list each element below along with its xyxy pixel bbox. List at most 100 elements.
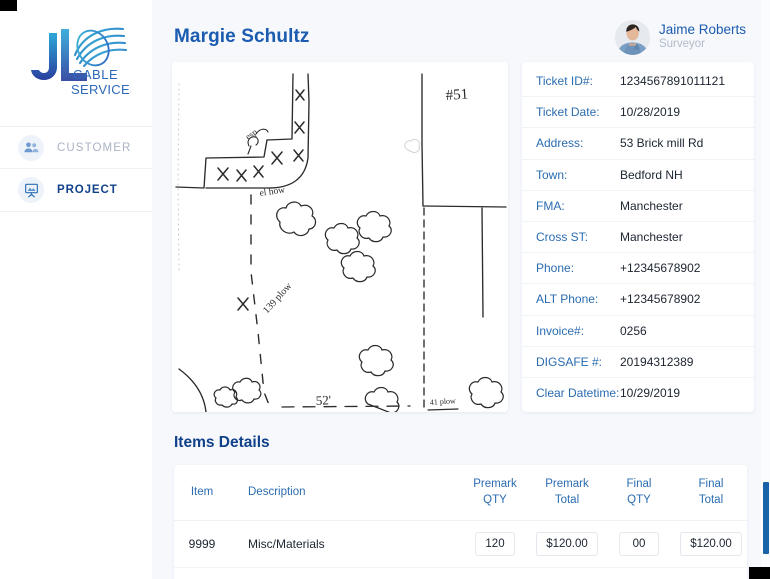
ticket-row: FMA: Manchester <box>522 191 754 222</box>
final-qty-input[interactable]: 00 <box>619 532 659 557</box>
scrollbar-thumb[interactable] <box>763 482 769 554</box>
column-header-premark-qty-line2: QTY <box>483 493 507 506</box>
logo-text-services: SERVICES <box>71 82 131 97</box>
column-header-premark-total-line1: Premark <box>545 478 589 490</box>
cell-final-total <box>675 567 747 579</box>
table-header-row: Item Description Premark QTY Premark Tot… <box>174 465 747 522</box>
column-header-final-qty: Final QTY <box>603 465 675 522</box>
svg-text:41 plow: 41 plow <box>430 396 457 407</box>
ticket-value: 0256 <box>620 323 647 338</box>
ticket-label: Clear Datetime: <box>536 386 620 401</box>
ticket-label: Invoice#: <box>536 323 585 338</box>
ticket-value: Bedford NH <box>620 167 683 182</box>
cell-premark-total <box>531 567 603 579</box>
sidebar: CABLE SERVICES CUSTOMER <box>0 0 152 579</box>
app-logo[interactable]: CABLE SERVICES <box>0 14 152 110</box>
sidebar-item-project[interactable]: PROJECT <box>0 169 152 212</box>
page-header: Margie Schultz Jaime Roberts Surveyor <box>162 0 756 62</box>
items-table-body: 9999 Misc/Materials 120 $120.00 00 $120.… <box>174 520 747 579</box>
column-header-final-total-line1: Final <box>698 478 724 490</box>
svg-text:#51: #51 <box>445 86 469 104</box>
ticket-row: Town: Bedford NH <box>522 160 754 191</box>
ticket-label: Ticket ID#: <box>536 74 593 89</box>
items-details-heading: Items Details <box>174 434 270 451</box>
avatar <box>614 19 650 55</box>
app-root: CABLE SERVICES CUSTOMER <box>0 0 770 579</box>
column-header-description: Description <box>230 465 459 522</box>
column-header-item: Item <box>174 465 230 522</box>
ticket-label: Phone: <box>536 261 575 276</box>
ticket-value: 10/28/2019 <box>620 105 681 120</box>
items-table-head: Item Description Premark QTY Premark Tot… <box>174 465 747 522</box>
ticket-row: Phone: +12345678902 <box>522 253 754 285</box>
user-profile-chip[interactable]: Jaime Roberts Surveyor <box>614 19 750 55</box>
cell-premark-qty: 120 <box>459 520 531 569</box>
ticket-label: Cross ST: <box>536 230 589 245</box>
premark-qty-input[interactable]: 120 <box>475 532 515 557</box>
user-role: Surveyor <box>658 37 705 50</box>
cell-premark-qty <box>459 567 531 579</box>
column-header-final-total: Final Total <box>675 465 747 522</box>
jl-cable-logo-icon: CABLE SERVICES <box>31 27 131 97</box>
column-header-final-total-line2: Total <box>698 493 724 506</box>
ticket-row: Cross ST: Manchester <box>522 222 754 254</box>
ticket-value: 53 Brick mill Rd <box>620 136 704 151</box>
ticket-label: Town: <box>536 167 568 182</box>
sidebar-nav: CUSTOMER PROJECT <box>0 126 152 212</box>
ticket-row: Ticket Date: 10/28/2019 <box>522 97 754 129</box>
corner-artifact-bottom-right <box>749 567 770 579</box>
table-row: 9999 Misc/Materials 120 $120.00 00 $120.… <box>174 520 747 569</box>
ticket-label: DIGSAFE #: <box>536 354 603 369</box>
ticket-value: +12345678902 <box>620 261 701 276</box>
ticket-row: Address: 53 Brick mill Rd <box>522 128 754 160</box>
ticket-value: +12345678902 <box>620 292 701 307</box>
ticket-row: Ticket ID#: 1234567891011121 <box>522 66 754 98</box>
cell-item: 9999 <box>174 520 230 569</box>
column-header-final-qty-line1: Final <box>626 478 652 490</box>
ticket-value: 10/29/2019 <box>620 386 681 401</box>
ticket-row: DIGSAFE #: 20194312389 <box>522 347 754 378</box>
items-table-card: Item Description Premark QTY Premark Tot… <box>174 465 747 579</box>
overview-row: esp el how #51 139 plow 52' 41 plow Tick… <box>162 62 756 412</box>
main-content: Margie Schultz Jaime Roberts Surveyor es… <box>152 0 770 579</box>
site-sketch-image: esp el how #51 139 plow 52' 41 plow <box>172 62 508 412</box>
ticket-row: Invoice#: 0256 <box>522 316 754 347</box>
easel-presentation-icon <box>18 177 44 203</box>
logo-text-cable: CABLE <box>73 67 118 82</box>
ticket-value: Manchester <box>620 198 683 213</box>
cell-item <box>174 567 230 579</box>
ticket-value: 1234567891011121 <box>620 74 725 89</box>
cell-final-total: $120.00 <box>675 520 747 569</box>
final-total-input[interactable]: $120.00 <box>680 532 742 557</box>
ticket-label: ALT Phone: <box>536 292 599 307</box>
ticket-details-card: Ticket ID#: 1234567891011121 Ticket Date… <box>522 62 754 412</box>
items-details-section: Items Details Item Description Premark Q… <box>162 412 756 579</box>
items-table: Item Description Premark QTY Premark Tot… <box>174 465 747 579</box>
sidebar-item-label-customer: CUSTOMER <box>57 141 132 154</box>
ticket-label: Ticket Date: <box>536 105 600 120</box>
svg-text:52': 52' <box>315 392 331 408</box>
column-header-premark-total-line2: Total <box>554 493 580 506</box>
column-header-premark-qty-line1: Premark <box>473 478 517 490</box>
column-header-final-qty-line2: QTY <box>627 493 651 506</box>
cell-description: Underground Installation, Vibratory Plow <box>230 567 459 579</box>
page-title: Margie Schultz <box>174 26 310 47</box>
cell-final-qty: 00 <box>603 520 675 569</box>
ticket-value: Manchester <box>620 230 683 245</box>
site-sketch-card[interactable]: esp el how #51 139 plow 52' 41 plow <box>172 62 508 412</box>
ticket-value: 20194312389 <box>620 354 694 369</box>
ticket-label: Address: <box>536 136 584 151</box>
ticket-label: FMA: <box>536 198 565 213</box>
cell-final-qty <box>603 567 675 579</box>
column-header-premark-qty: Premark QTY <box>459 465 531 522</box>
column-header-premark-total: Premark Total <box>531 465 603 522</box>
people-icon <box>18 134 44 161</box>
ticket-row: Clear Datetime: 10/29/2019 <box>522 378 754 409</box>
user-info: Jaime Roberts Surveyor <box>659 22 746 51</box>
premark-total-input[interactable]: $120.00 <box>536 532 598 557</box>
user-name: Jaime Roberts <box>658 22 746 38</box>
sidebar-item-customer[interactable]: CUSTOMER <box>0 126 152 169</box>
table-row: Underground Installation, Vibratory Plow <box>174 567 747 579</box>
cell-premark-total: $120.00 <box>531 520 603 569</box>
corner-artifact-top-left <box>0 0 17 11</box>
